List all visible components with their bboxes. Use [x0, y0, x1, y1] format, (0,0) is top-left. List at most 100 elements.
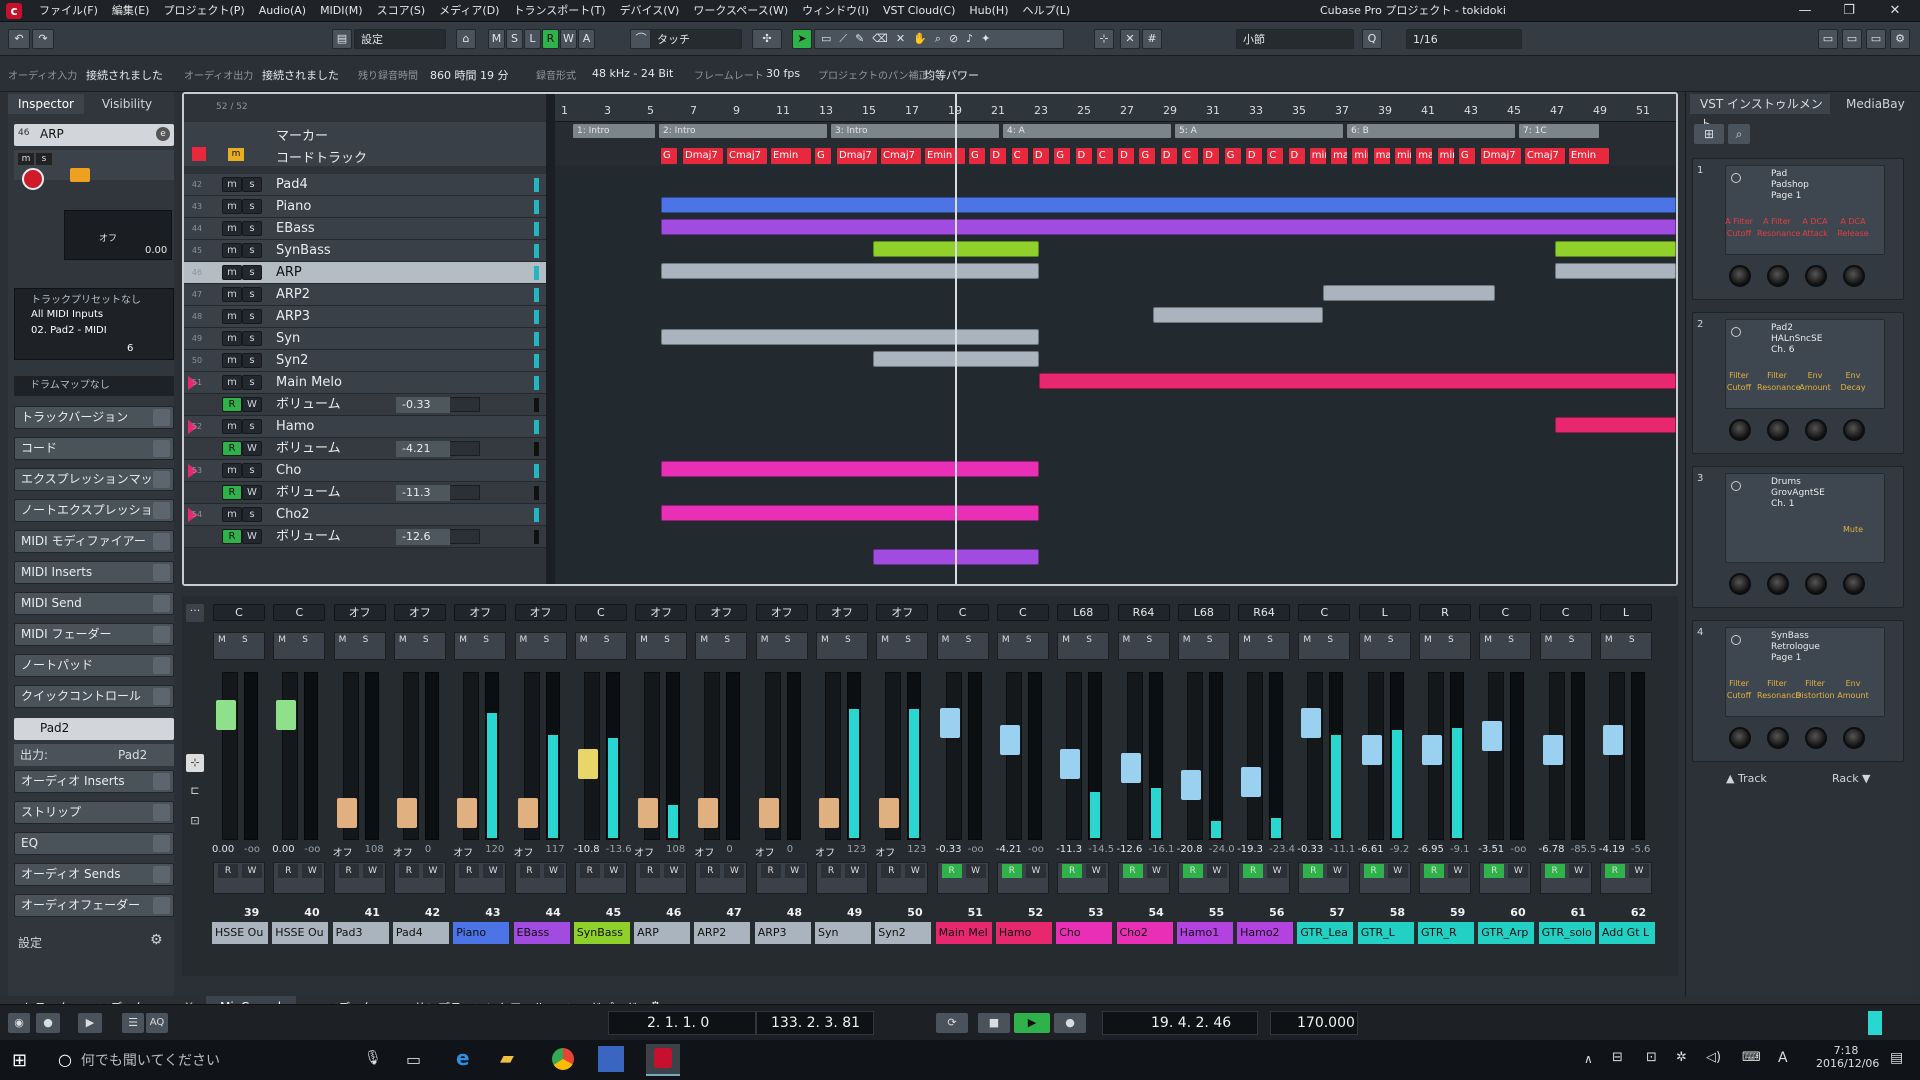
fader-cap[interactable] [276, 700, 297, 730]
quick-control-knob[interactable] [1729, 573, 1751, 595]
section-icon[interactable] [153, 440, 170, 457]
pan-control[interactable]: R64 [1117, 604, 1170, 621]
write-automation-button[interactable]: W [1508, 864, 1529, 878]
solo-button[interactable]: s [242, 243, 262, 258]
section-icon[interactable] [153, 502, 170, 519]
chord-event-16[interactable]: G [1139, 148, 1156, 164]
solo-button[interactable]: S [423, 635, 429, 645]
section-icon[interactable] [153, 835, 170, 852]
toolbar-w-button[interactable]: W [560, 29, 577, 49]
section-icon[interactable] [153, 773, 170, 790]
read-automation-button[interactable]: R [821, 864, 841, 878]
instrument-section-1[interactable]: ストリップ [14, 801, 174, 824]
quick-control-knob[interactable] [1843, 727, 1865, 749]
track-row[interactable]: 50 m s Syn2 [184, 350, 546, 372]
monitor-icon[interactable]: ⊡ [186, 814, 204, 832]
channel-strip-40[interactable]: C M S 0.00 -oo R W 40 HSSE Ou [270, 596, 329, 966]
activate-project-icon[interactable]: ◉ [8, 1013, 30, 1033]
solo-button[interactable]: s [242, 331, 262, 346]
marker-1[interactable]: 2: Intro [659, 124, 827, 138]
mute-button[interactable]: m [222, 199, 242, 214]
volume-fader[interactable] [1005, 672, 1022, 840]
mute-button[interactable]: M [640, 635, 648, 645]
solo-button[interactable]: S [1267, 635, 1273, 645]
menu-item-7[interactable]: トランスポート(T) [506, 0, 612, 22]
write-automation-button[interactable]: W [242, 397, 262, 412]
write-automation-button[interactable]: W [362, 864, 383, 878]
quick-control-knob[interactable] [1805, 419, 1827, 441]
solo-button[interactable]: S [966, 635, 972, 645]
marker-2[interactable]: 3: Intro [831, 124, 999, 138]
power-icon[interactable] [1731, 327, 1741, 337]
notifications-icon[interactable]: ▤ [1890, 1050, 1903, 1066]
quick-control-knob[interactable] [1729, 419, 1751, 441]
quick-control-knob[interactable] [1805, 573, 1827, 595]
fader-cap[interactable] [1542, 735, 1563, 765]
pan-control[interactable]: オフ [514, 604, 567, 621]
automation-value[interactable]: -0.33 [396, 397, 450, 413]
pan-control[interactable]: C [1539, 604, 1592, 621]
quick-control-knob[interactable] [1843, 573, 1865, 595]
read-automation-button[interactable]: R [1544, 864, 1565, 878]
write-automation-button[interactable]: W [242, 864, 262, 878]
section-icon[interactable] [153, 866, 170, 883]
volume-fader[interactable] [222, 672, 238, 840]
read-automation-button[interactable]: R [222, 441, 242, 456]
midi-part[interactable] [1153, 307, 1323, 323]
quick-control-knob[interactable] [1729, 727, 1751, 749]
chord-event-7[interactable]: Emin [925, 148, 965, 164]
toolbar-r-button[interactable]: R [542, 29, 559, 49]
mute-button[interactable]: M [881, 635, 889, 645]
midi-part[interactable] [1555, 263, 1676, 279]
channel-name[interactable]: Cho [1056, 922, 1113, 944]
inspector-section-2[interactable]: エクスプレッションマップ [14, 468, 174, 491]
read-automation-button[interactable]: R [760, 864, 781, 878]
minimize-icon[interactable]: — [1782, 0, 1828, 22]
section-icon[interactable] [153, 533, 170, 550]
midi-part[interactable] [1555, 417, 1676, 433]
section-icon[interactable] [153, 688, 170, 705]
settings-gear-icon[interactable]: ⚙ [1890, 29, 1910, 49]
fader-cap[interactable] [517, 798, 538, 828]
solo-button[interactable]: s [242, 419, 262, 434]
solo-button[interactable]: S [845, 635, 851, 645]
pan-control[interactable]: L68 [1177, 604, 1230, 621]
record-icon[interactable]: ● [1054, 1013, 1086, 1033]
track-row[interactable]: 46 m s ARP [184, 262, 546, 284]
mute-button[interactable]: M [1605, 635, 1613, 645]
mute-button[interactable]: M [1123, 635, 1131, 645]
volume-fader[interactable] [1488, 672, 1505, 840]
fader-cap[interactable] [577, 749, 598, 779]
tool-buttons[interactable]: ▭⟋✎⌫✕✋⌕⊘♪✦ [814, 29, 1064, 49]
chord-event-26[interactable]: min [1352, 148, 1369, 164]
inspector-section-6[interactable]: MIDI Send [14, 592, 174, 615]
network-icon[interactable]: ⊟ [1612, 1050, 1623, 1065]
mute-button[interactable]: M [1243, 635, 1251, 645]
link-icon[interactable]: ⊏ [186, 784, 204, 802]
rack-slot-2[interactable]: 2 Pad2 HALnSncSE Ch. 6 Filter Cutoff Filter R… [1692, 312, 1904, 454]
volume-pan-display[interactable]: オフ 0.00 [64, 210, 172, 260]
punch-in-icon[interactable]: ▶ [78, 1013, 102, 1033]
menu-item-2[interactable]: プロジェクト(P) [156, 0, 251, 22]
read-automation-button[interactable]: R [398, 864, 419, 878]
solo-button[interactable]: S [1569, 635, 1575, 645]
ime-indicator[interactable]: A [1778, 1050, 1788, 1066]
pan-control[interactable]: オフ [695, 604, 748, 621]
track-row[interactable]: 51 m s Main Melo [184, 372, 546, 394]
rack-slot-1[interactable]: 1 Pad Padshop Page 1 A Filter Cutoff A Filte… [1692, 158, 1904, 300]
menu-item-9[interactable]: ワークスペース(W) [686, 0, 795, 22]
channel-name[interactable]: Add Gt L [1598, 922, 1655, 944]
channel-name[interactable]: GTR_L [1357, 922, 1414, 944]
read-automation-button[interactable]: R [278, 864, 299, 878]
mute-button[interactable]: m [222, 287, 242, 302]
channel-name[interactable]: ARP3 [754, 922, 811, 944]
chord-event-17[interactable]: D [1160, 148, 1177, 164]
solo-button[interactable]: S [242, 635, 248, 645]
midi-part[interactable] [661, 461, 1039, 477]
read-automation-button[interactable]: R [700, 864, 721, 878]
tempo-display[interactable]: 170.000 [1270, 1011, 1358, 1035]
search-icon[interactable]: ⌕ [1728, 124, 1750, 144]
loop-icon[interactable]: ⟳ [936, 1013, 968, 1033]
write-automation-button[interactable]: W [1206, 864, 1227, 878]
channel-strip-47[interactable]: オフ M S オフ 0 R W 47 ARP2 [692, 596, 751, 966]
